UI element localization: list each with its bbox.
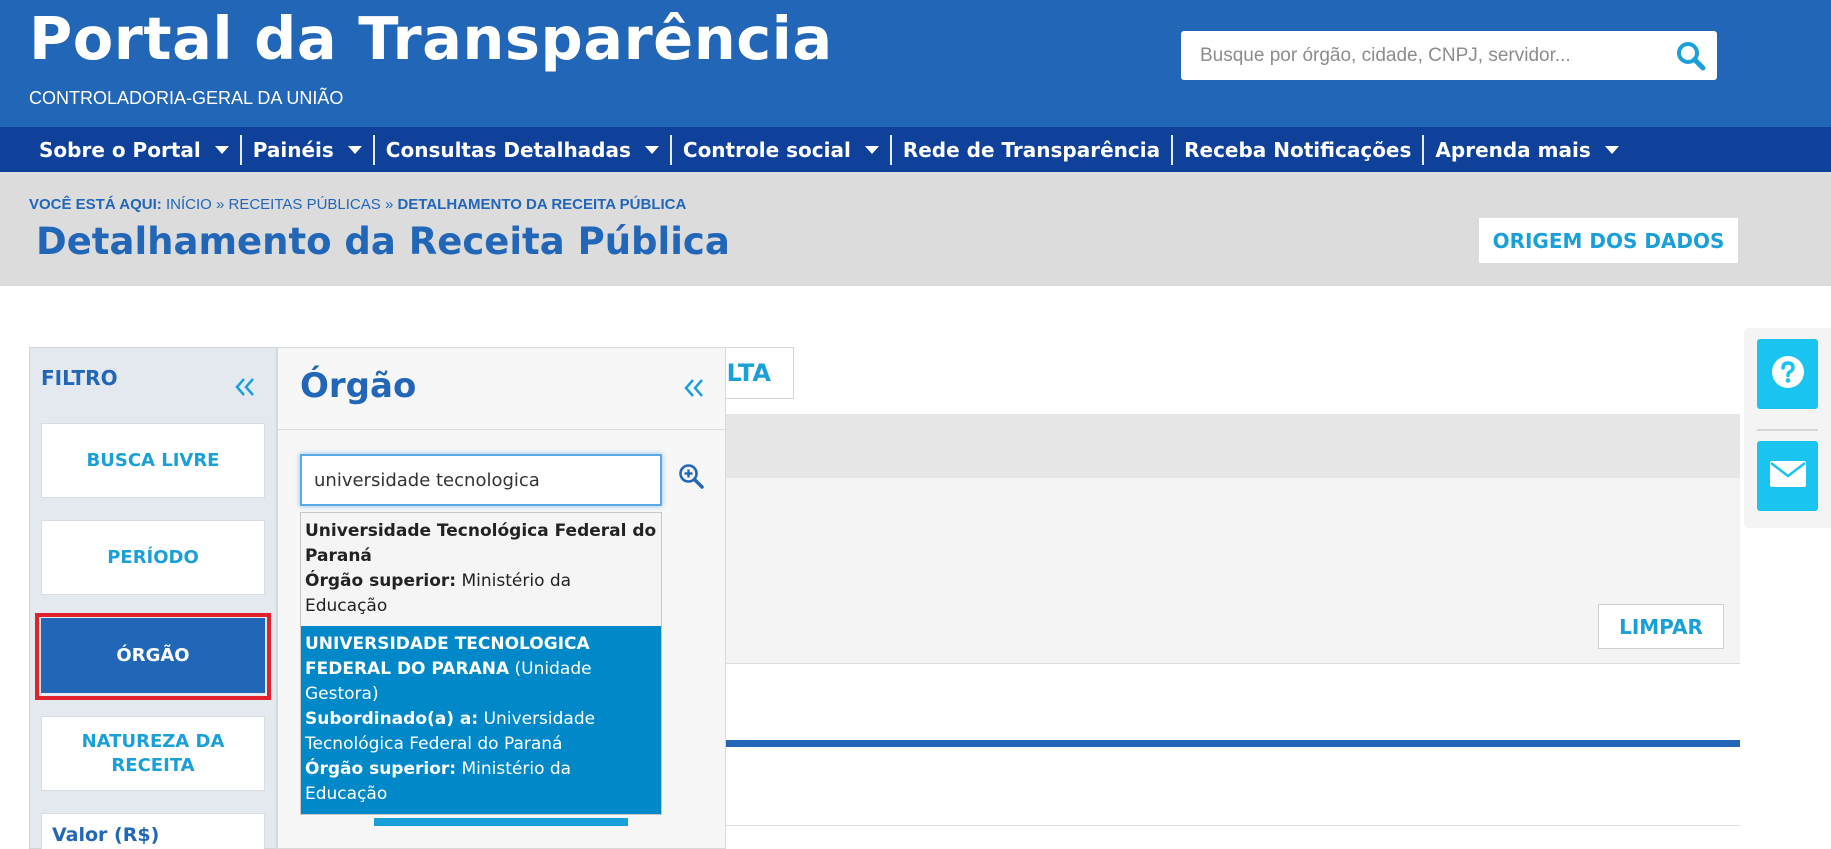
option-name: Universidade Tecnológica Federal do Para… (305, 521, 657, 566)
search-icon[interactable] (1675, 40, 1707, 72)
global-search-input[interactable] (1181, 31, 1661, 80)
breadcrumb-separator: » (215, 196, 225, 213)
filter-natureza-receita-button[interactable]: NATUREZA DA RECEITA (41, 716, 265, 791)
breadcrumb-prefix: VOCÊ ESTÁ AQUI: (29, 196, 162, 213)
nav-item-label: Sobre o Portal (39, 137, 201, 162)
option-superior-label: Órgão superior: (305, 571, 457, 591)
table-top-rule (700, 825, 1740, 826)
filter-title: FILTRO (41, 366, 118, 390)
zoom-in-icon[interactable] (678, 463, 704, 489)
nav-item-aprenda-mais[interactable]: Aprenda mais (1424, 127, 1629, 172)
orgao-add-button[interactable] (374, 818, 628, 826)
breadcrumb-current: DETALHAMENTO DA RECEITA PÚBLICA (397, 196, 687, 213)
nav-separator (239, 134, 242, 165)
autocomplete-option-highlighted[interactable]: UNIVERSIDADE TECNOLOGICA FEDERAL DO PARA… (301, 626, 661, 814)
nav-item-controle-social[interactable]: Controle social (672, 127, 890, 172)
breadcrumb: VOCÊ ESTÁ AQUI: INÍCIO » RECEITAS PÚBLIC… (29, 196, 686, 213)
nav-separator (889, 134, 892, 165)
page-title: Detalhamento da Receita Pública (36, 220, 730, 263)
autocomplete-option[interactable]: Universidade Tecnológica Federal do Para… (301, 513, 661, 626)
nav-item-label: Painéis (252, 137, 334, 162)
help-button[interactable] (1757, 339, 1818, 409)
envelope-icon (1769, 460, 1807, 492)
orgao-panel-divider (277, 429, 726, 430)
nav-separator (669, 134, 672, 165)
caret-down-icon (644, 145, 659, 154)
option-superior-label: Órgão superior: (305, 759, 457, 779)
nav-item-label: Controle social (682, 137, 851, 162)
double-chevron-left-icon[interactable] (681, 375, 707, 401)
filter-valor-label: Valor (R$) (52, 824, 160, 846)
option-subordinado-label: Subordinado(a) a: (305, 709, 479, 729)
nav-item-label: Aprenda mais (1435, 137, 1591, 162)
filter-busca-livre-button[interactable]: BUSCA LIVRE (41, 423, 265, 498)
section-rule (700, 740, 1740, 747)
nav-item-label: Receba Notificações (1184, 137, 1412, 162)
double-chevron-left-icon[interactable] (232, 374, 258, 400)
site-header: Portal da Transparência CONTROLADORIA-GE… (0, 0, 1831, 127)
nav-item-consultas-detalhadas[interactable]: Consultas Detalhadas (375, 127, 670, 172)
nav-separator (372, 134, 375, 165)
site-subtitle: CONTROLADORIA-GERAL DA UNIÃO (29, 88, 344, 108)
nav-item-sobre-o-portal[interactable]: Sobre o Portal (28, 127, 240, 172)
breadcrumb-link-inicio[interactable]: INÍCIO (166, 196, 212, 213)
limpar-button[interactable]: LIMPAR (1598, 604, 1724, 649)
origem-dos-dados-button[interactable]: ORIGEM DOS DADOS (1479, 218, 1738, 263)
filter-periodo-button[interactable]: PERÍODO (41, 520, 265, 595)
nav-item-rede-de-transparencia[interactable]: Rede de Transparência (892, 127, 1171, 172)
caret-down-icon (1604, 145, 1619, 154)
orgao-panel-title: Órgão (300, 366, 417, 406)
caret-down-icon (347, 145, 362, 154)
results-header-bar (700, 414, 1740, 478)
caret-down-icon (214, 145, 229, 154)
nav-item-paineis[interactable]: Painéis (242, 127, 373, 172)
orgao-autocomplete-list: Universidade Tecnológica Federal do Para… (300, 512, 662, 815)
nav-item-label: Consultas Detalhadas (385, 137, 631, 162)
filter-orgao-button[interactable]: ÓRGÃO (41, 618, 265, 693)
breadcrumb-link-receitas[interactable]: RECEITAS PÚBLICAS (229, 196, 381, 213)
breadcrumb-separator: » (384, 196, 394, 213)
caret-down-icon (864, 145, 879, 154)
global-search (1181, 31, 1717, 80)
main-nav: Sobre o Portal Painéis Consultas Detalha… (0, 127, 1831, 172)
orgao-search-input[interactable] (300, 454, 662, 506)
nav-item-receba-notificacoes[interactable]: Receba Notificações (1173, 127, 1422, 172)
nav-separator (1422, 134, 1425, 165)
nav-separator (1171, 134, 1174, 165)
nav-item-label: Rede de Transparência (902, 137, 1161, 162)
site-title[interactable]: Portal da Transparência (29, 4, 833, 73)
question-icon (1771, 355, 1805, 393)
floating-divider (1757, 429, 1818, 431)
active-filters-panel (700, 478, 1740, 664)
contact-button[interactable] (1757, 441, 1818, 511)
